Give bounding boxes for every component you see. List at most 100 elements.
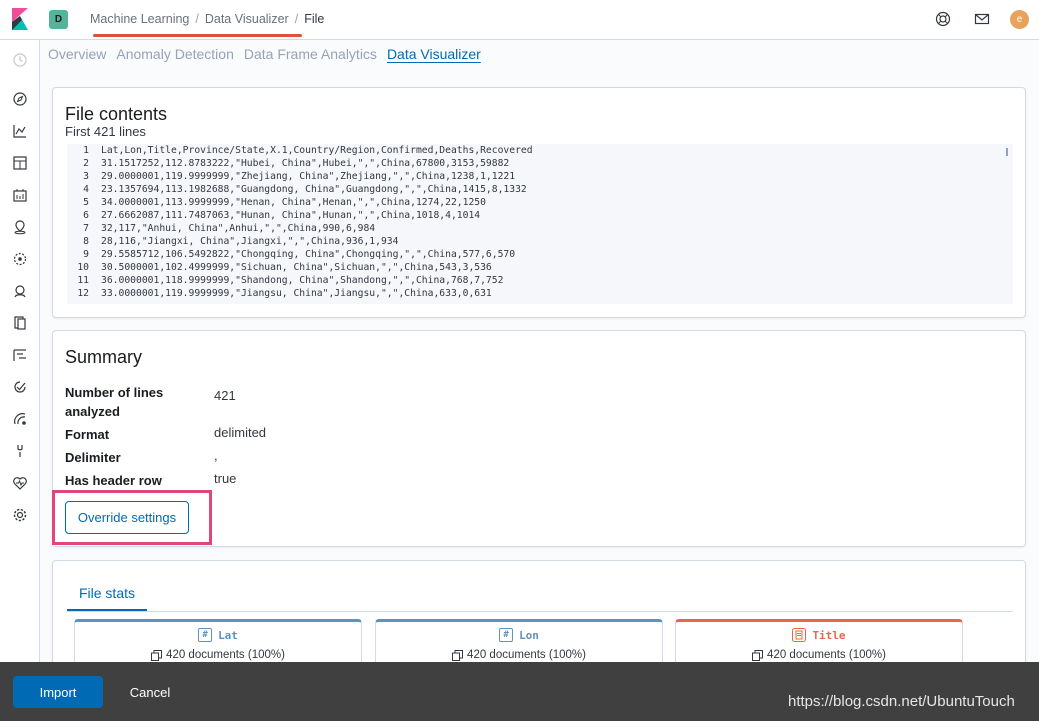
summary-label: Format [65,427,110,442]
discover-icon[interactable] [12,91,28,107]
cancel-button[interactable]: Cancel [120,676,180,708]
field-name: Lat [218,628,238,642]
file-contents-panel: File contents First 421 lines 1 Lat,Lon,T… [52,87,1026,318]
breadcrumb: Machine Learning / Data Visualizer / Fil… [90,12,324,26]
divider [67,611,1013,612]
line-number: 2 [83,158,89,169]
code-line: 5 34.0000001,113.9999999,"Henan, China",H… [67,196,1013,209]
code-line: 7 32,117,"Anhui, China",Anhui,",",China,9… [67,222,1013,235]
help-icon[interactable] [935,11,951,27]
override-settings-button[interactable]: Override settings [65,501,189,534]
field-name: Title [812,628,846,642]
line-number: 10 [77,262,89,273]
line-text: 34.0000001,113.9999999,"Henan, China",He… [101,197,486,208]
top-header: D Machine Learning / Data Visualizer / F… [0,0,1039,40]
line-text: 30.5000001,102.4999999,"Sichuan, China",… [101,262,492,273]
code-line: 4 23.1357694,113.1982688,"Guangdong, Chin… [67,183,1013,196]
summary-panel: Summary Number of lines analyzed 421 For… [52,330,1026,547]
field-card-title: # Lat [75,628,361,642]
siem-icon[interactable] [12,411,28,427]
editor-scrollbar[interactable] [1006,148,1008,156]
summary-value: 421 [214,388,236,403]
tab-file-stats[interactable]: File stats [67,581,147,611]
breadcrumb-separator: / [195,12,199,26]
line-text: 31.1517252,112.8783222,"Hubei, China",Hu… [101,158,510,169]
import-button[interactable]: Import [13,676,103,708]
summary-label: Delimiter [65,450,121,465]
breadcrumb-separator: / [294,12,299,26]
file-contents-subtitle: First 421 lines [65,124,146,139]
line-text: Lat,Lon,Title,Province/State,X.1,Country… [101,145,533,156]
line-number: 6 [83,210,89,221]
dev-tools-icon[interactable] [12,443,28,459]
file-contents-title: File contents [65,104,168,124]
field-doc-count-text: 420 documents (100%) [166,649,285,661]
file-stats-panel: File stats # Lat 420 documents (100%) # … [52,560,1026,670]
number-type-icon: # [499,628,514,642]
line-number: 5 [83,197,89,208]
line-text: 29.0000001,119.9999999,"Zhejiang, China"… [101,171,516,182]
field-doc-count-text: 420 documents (100%) [767,649,886,661]
line-text: 28,116,"Jiangxi, China",Jiangxi,",",Chin… [101,236,399,247]
tab-data-visualizer[interactable]: Data Visualizer [387,46,481,62]
uptime-icon[interactable] [12,379,28,395]
logs-icon[interactable] [12,315,28,331]
side-navigation [0,40,40,662]
code-line: 8 28,116,"Jiangxi, China",Jiangxi,",",Chi… [67,235,1013,248]
maps-icon[interactable] [12,219,28,235]
field-card-title: # Lon [376,628,662,642]
dashboard-icon[interactable] [12,155,28,171]
line-text: 27.6662087,111.7487063,"Hunan, China",Hu… [101,210,481,221]
visualize-icon[interactable] [12,123,28,139]
mail-icon[interactable] [974,11,990,27]
tab-file-stats-label: File stats [78,585,135,601]
tab-overview[interactable]: Overview [48,46,106,62]
breadcrumb-item[interactable]: Machine Learning [90,12,189,26]
metrics-icon[interactable] [12,283,28,299]
space-avatar[interactable]: D [49,10,68,29]
line-number: 4 [83,184,89,195]
line-number: 9 [83,249,89,260]
breadcrumb-item[interactable]: Data Visualizer [205,12,289,26]
line-text: 33.0000001,119.9999999,"Jiangsu, China",… [101,288,492,299]
canvas-icon[interactable] [12,187,28,203]
line-number: 7 [83,223,89,234]
file-contents-editor[interactable]: 1 Lat,Lon,Title,Province/State,X.1,Countr… [67,144,1013,304]
tab-anomaly-detection[interactable]: Anomaly Detection [116,46,234,62]
monitoring-icon[interactable] [12,475,28,491]
text-type-icon [792,628,807,642]
code-line: 12 33.0000001,119.9999999,"Jiangsu, China… [67,287,1013,300]
line-text: 36.0000001,118.9999999,"Shandong, China"… [101,275,504,286]
watermark-text: https://blog.csdn.net/UbuntuTouch [788,693,1015,710]
line-number: 1 [83,145,89,156]
management-icon[interactable] [12,507,28,523]
ml-tabs: Overview Anomaly Detection Data Frame An… [48,46,481,62]
documents-icon [752,649,764,661]
code-line: 9 29.5585712,106.5492822,"Chongqing, Chin… [67,248,1013,261]
kibana-logo-icon[interactable] [10,8,30,30]
ml-icon[interactable] [12,251,28,267]
code-line: 6 27.6662087,111.7487063,"Hunan, China",H… [67,209,1013,222]
code-line: 1 Lat,Lon,Title,Province/State,X.1,Countr… [67,144,1013,157]
summary-title: Summary [65,347,143,367]
field-name: Lon [519,628,539,642]
line-number: 8 [83,236,89,247]
code-line: 3 29.0000001,119.9999999,"Zhejiang, China… [67,170,1013,183]
clock-icon[interactable] [12,52,28,68]
field-doc-count: 420 documents (100%) [676,649,962,661]
number-type-icon: # [198,628,213,642]
breadcrumb-item-current: File [304,12,325,26]
user-avatar[interactable]: e [1010,10,1029,29]
line-number: 3 [83,171,89,182]
line-text: 23.1357694,113.1982688,"Guangdong, China… [101,184,527,195]
annotation-underline [93,34,302,37]
code-line: 10 30.5000001,102.4999999,"Sichuan, China… [67,261,1013,274]
line-text: 32,117,"Anhui, China",Anhui,",",China,99… [101,223,376,234]
field-doc-count-text: 420 documents (100%) [467,649,586,661]
summary-value: true [214,471,237,486]
line-number: 12 [77,288,89,299]
code-line: 2 31.1517252,112.8783222,"Hubei, China",H… [67,157,1013,170]
tab-data-frame-analytics[interactable]: Data Frame Analytics [244,46,377,62]
apm-icon[interactable] [12,347,28,363]
bottom-action-bar: Import Cancel https://blog.csdn.net/Ubun… [0,662,1039,721]
